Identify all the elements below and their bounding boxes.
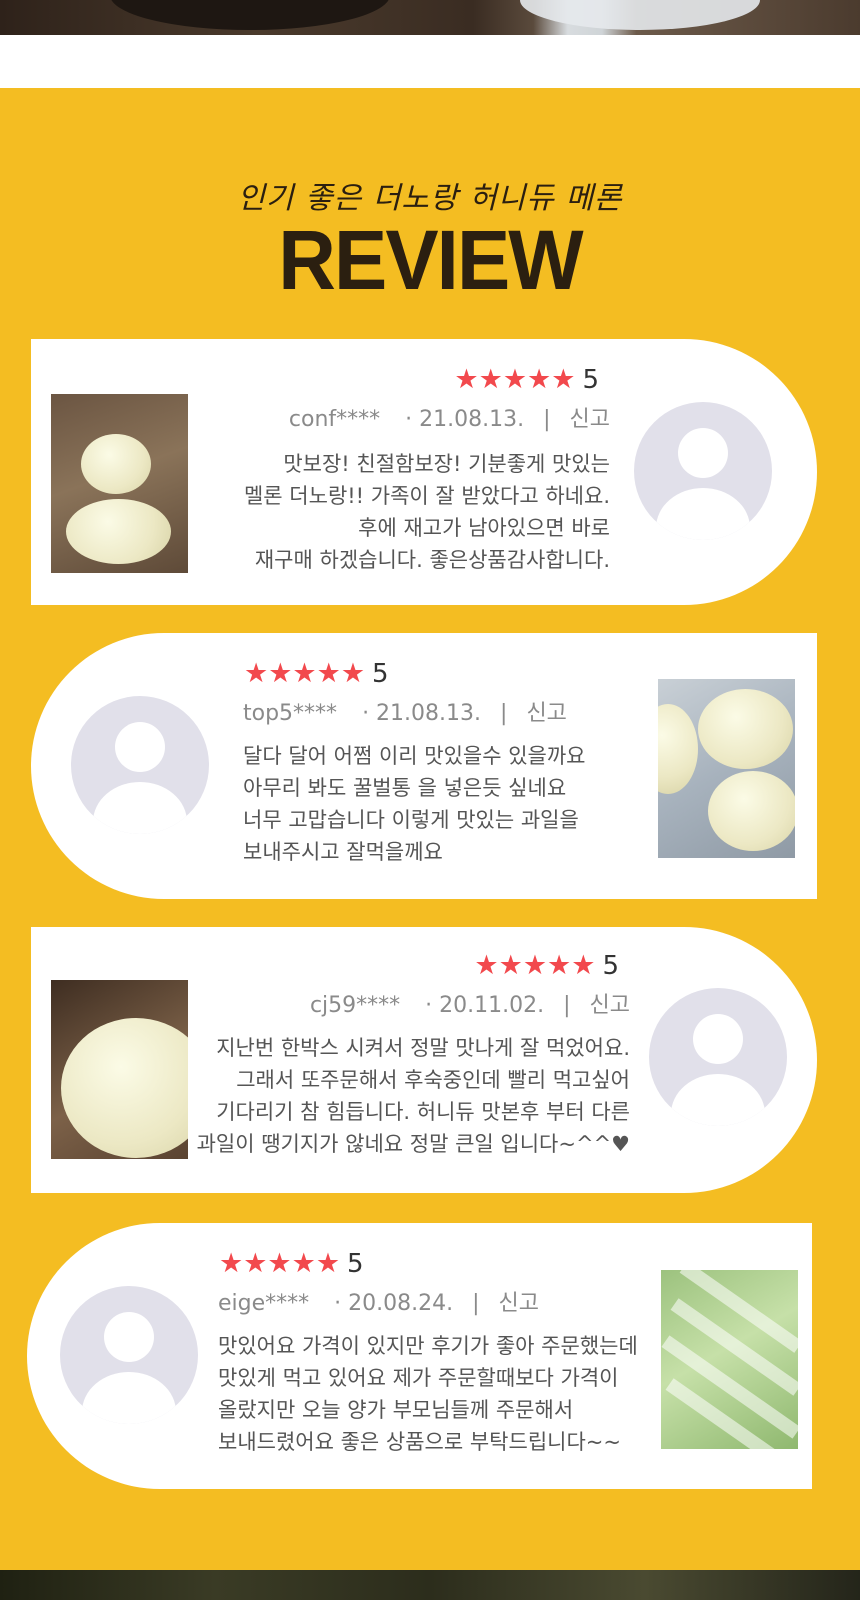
section-title: REVIEW (278, 213, 583, 307)
melon-shape (61, 1018, 188, 1158)
review-date: · 21.08.13. (405, 407, 525, 432)
rating-stars: ★★★★★ 5 (219, 1248, 364, 1279)
bowl-shape (110, 0, 390, 30)
avatar-placeholder (71, 696, 209, 834)
melon-shape (658, 704, 698, 794)
review-text: 맛보장! 친절함보장! 기분좋게 맛있는 멜론 더노랑!! 가족이 잘 받았다고… (243, 452, 610, 572)
review-card-1: ★★★★★ 5 conf**** · 21.08.13. | 신고 맛보장! 친… (31, 339, 817, 605)
report-link[interactable]: 신고 (526, 695, 566, 727)
melon-shape (81, 434, 151, 494)
review-card-3: ★★★★★ 5 cj59**** · 20.11.02. | 신고 지난번 한박… (31, 927, 817, 1193)
review-photo-1[interactable] (51, 394, 188, 573)
avatar-placeholder (634, 402, 772, 540)
avatar-placeholder (649, 988, 787, 1126)
review-photo-2[interactable] (658, 679, 795, 858)
rating-score: 5 (372, 659, 389, 689)
review-meta: top5**** · 21.08.13. | 신고 (243, 695, 567, 727)
review-card-4: ★★★★★ 5 eige**** · 20.08.24. | 신고 맛있어요 가… (27, 1223, 812, 1489)
reviewer-name: top5**** (243, 701, 338, 726)
melon-shape (698, 689, 793, 769)
report-link[interactable]: 신고 (590, 987, 630, 1019)
star-icon: ★★★★★ (454, 364, 576, 395)
rating-score: 5 (582, 365, 599, 395)
review-date: · 21.08.13. (362, 701, 482, 726)
star-icon: ★★★★★ (219, 1248, 341, 1279)
review-text: 맛있어요 가격이 있지만 후기가 좋아 주문했는데 맛있게 먹고 있어요 제가 … (218, 1334, 638, 1454)
report-link[interactable]: 신고 (499, 1285, 539, 1317)
rating-score: 5 (602, 951, 619, 981)
section-subtitle: 인기 좋은 더노랑 허니듀 메론 (237, 181, 623, 216)
review-card-2: ★★★★★ 5 top5**** · 21.08.13. | 신고 달다 달어 … (31, 633, 817, 899)
rating-score: 5 (347, 1249, 364, 1279)
review-date: · 20.11.02. (425, 993, 545, 1018)
reviewer-name: cj59**** (309, 993, 401, 1018)
review-meta: cj59**** · 20.11.02. | 신고 (310, 987, 630, 1019)
melon-shape (708, 771, 795, 851)
review-text: 지난번 한박스 시켜서 정말 맛나게 잘 먹었어요. 그래서 또주문해서 후숙중… (196, 1036, 630, 1156)
review-text: 달다 달어 어쩜 이리 맛있을수 있을까요 아무리 봐도 꿀벌통 을 넣은듯 싶… (243, 744, 586, 864)
reviewer-name: conf**** (288, 407, 381, 432)
meta-separator: | (500, 701, 508, 726)
meta-separator: | (543, 407, 551, 432)
avatar-placeholder (60, 1286, 198, 1424)
review-photo-3[interactable] (51, 980, 188, 1159)
melon-shape (66, 499, 171, 564)
star-icon: ★★★★★ (474, 950, 596, 981)
meta-separator: | (563, 993, 571, 1018)
reviewer-name: eige**** (218, 1291, 310, 1316)
review-photo-4[interactable] (661, 1270, 798, 1449)
review-date: · 20.08.24. (334, 1291, 454, 1316)
rating-stars: ★★★★★ 5 (454, 364, 599, 395)
ice-shape (520, 0, 760, 30)
top-product-photo (0, 0, 860, 35)
star-icon: ★★★★★ (244, 658, 366, 689)
meta-separator: | (472, 1291, 480, 1316)
report-link[interactable]: 신고 (570, 401, 610, 433)
bottom-product-photo (0, 1570, 860, 1600)
rating-stars: ★★★★★ 5 (244, 658, 389, 689)
review-meta: eige**** · 20.08.24. | 신고 (218, 1285, 539, 1317)
rating-stars: ★★★★★ 5 (474, 950, 619, 981)
review-meta: conf**** · 21.08.13. | 신고 (289, 401, 610, 433)
